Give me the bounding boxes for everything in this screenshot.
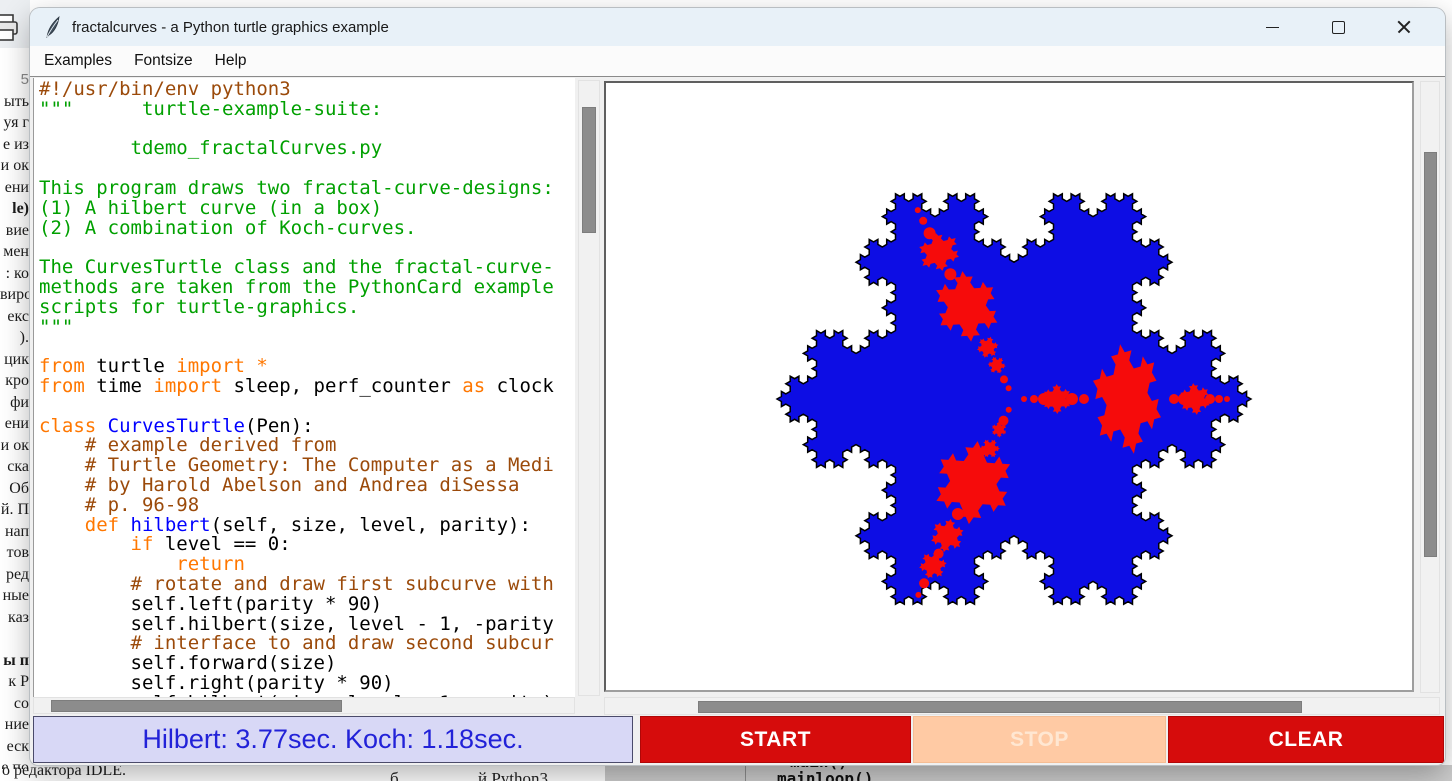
background-browser-chrome bbox=[0, 0, 30, 48]
code-hscrollbar[interactable] bbox=[33, 697, 575, 714]
clear-button[interactable]: CLEAR bbox=[1168, 716, 1444, 763]
close-button[interactable] bbox=[1371, 8, 1437, 46]
code-line: scripts for turtle-graphics. bbox=[39, 298, 554, 318]
background-page-text: б bbox=[390, 769, 399, 781]
turtledemo-window: fractalcurves - a Python turtle graphics… bbox=[30, 8, 1445, 765]
background-code-line: mainloop() bbox=[777, 769, 873, 781]
code-editor[interactable]: #!/usr/bin/env python3""" turtle-example… bbox=[33, 78, 575, 697]
page-text-fragment: мен bbox=[0, 241, 29, 263]
printer-icon bbox=[0, 13, 20, 43]
background-code-block: main() mainloop() bbox=[605, 765, 1452, 781]
window-controls bbox=[1239, 8, 1437, 46]
code-line: (2) A combination of Koch-curves. bbox=[39, 219, 554, 239]
page-text-fragment: кро bbox=[0, 370, 29, 392]
status-bar: Hilbert: 3.77sec. Koch: 1.18sec. bbox=[33, 716, 633, 763]
close-icon bbox=[1397, 20, 1411, 34]
canvas-hscroll-thumb[interactable] bbox=[698, 701, 1302, 713]
page-text-fragment: и ок bbox=[0, 435, 29, 457]
minimize-button[interactable] bbox=[1239, 8, 1305, 46]
page-text-fragment: ные bbox=[0, 585, 29, 607]
menu-item-help[interactable]: Help bbox=[205, 52, 257, 70]
code-line: from time import sleep, perf_counter as … bbox=[39, 377, 554, 397]
code-content: #!/usr/bin/env python3""" turtle-example… bbox=[39, 80, 554, 697]
code-vscrollbar[interactable] bbox=[578, 80, 600, 696]
window-title: fractalcurves - a Python turtle graphics… bbox=[72, 19, 389, 36]
code-vscroll-thumb[interactable] bbox=[582, 107, 596, 233]
page-text-fragment: е из bbox=[0, 134, 29, 156]
page-text-fragment: вие bbox=[0, 220, 29, 242]
page-text-fragment bbox=[0, 628, 29, 650]
divider bbox=[745, 765, 746, 781]
canvas-frame bbox=[604, 81, 1414, 692]
page-text-fragment: уя г bbox=[0, 112, 29, 134]
menu-item-fontsize[interactable]: Fontsize bbox=[124, 52, 203, 70]
status-text: Hilbert: 3.77sec. Koch: 1.18sec. bbox=[142, 724, 523, 755]
page-text-fragment: и ок bbox=[0, 155, 29, 177]
background-page-text-column: 5ытьуя ге изи окениle)виемен: ковироекс)… bbox=[0, 69, 29, 769]
desktop: 5ытьуя ге изи окениle)виемен: ковироекс)… bbox=[0, 0, 1452, 781]
menu-item-examples[interactable]: Examples bbox=[34, 52, 122, 70]
feather-icon bbox=[44, 16, 62, 38]
code-line: tdemo_fractalCurves.py bbox=[39, 139, 554, 159]
page-text-fragment: ы п bbox=[0, 650, 29, 672]
page-text-fragment: ). bbox=[0, 327, 29, 349]
minimize-icon bbox=[1266, 27, 1279, 28]
page-text-fragment: виро bbox=[0, 284, 29, 306]
menu-bar: Examples Fontsize Help bbox=[30, 46, 1445, 77]
page-text-fragment: ние bbox=[0, 714, 29, 736]
canvas-hscrollbar[interactable] bbox=[604, 697, 1440, 715]
turtle-canvas[interactable] bbox=[606, 83, 1412, 690]
page-text-fragment: Об bbox=[0, 478, 29, 500]
code-hscroll-thumb[interactable] bbox=[51, 700, 342, 712]
page-text-fragment: екс bbox=[0, 306, 29, 328]
page-text-fragment: тов bbox=[0, 542, 29, 564]
page-text-fragment: цик bbox=[0, 349, 29, 371]
canvas-vscroll-thumb[interactable] bbox=[1424, 152, 1437, 557]
page-text-fragment: ред bbox=[0, 564, 29, 586]
page-text-fragment: le) bbox=[0, 198, 29, 220]
start-button[interactable]: START bbox=[640, 716, 911, 763]
page-text-fragment: й. П bbox=[0, 499, 29, 521]
page-text-fragment: нап bbox=[0, 521, 29, 543]
canvas-vscrollbar[interactable] bbox=[1420, 81, 1440, 693]
page-text-fragment: еск bbox=[0, 736, 29, 758]
code-line: """ turtle-example-suite: bbox=[39, 100, 554, 120]
page-text-fragment: со bbox=[0, 693, 29, 715]
maximize-icon bbox=[1332, 21, 1345, 34]
maximize-button[interactable] bbox=[1305, 8, 1371, 46]
page-text-fragment: к Р bbox=[0, 671, 29, 693]
page-text-fragment: ени bbox=[0, 177, 29, 199]
page-text-fragment: ыть bbox=[0, 91, 29, 113]
page-text-fragment: : ко bbox=[0, 263, 29, 285]
stop-button[interactable]: STOP bbox=[913, 716, 1166, 763]
background-page-text: й Python3 bbox=[478, 769, 548, 781]
page-text-fragment: фи bbox=[0, 392, 29, 414]
page-text-fragment: ени bbox=[0, 413, 29, 435]
main-content: #!/usr/bin/env python3""" turtle-example… bbox=[30, 76, 1445, 716]
page-text-fragment: ска bbox=[0, 456, 29, 478]
code-line: """ bbox=[39, 318, 554, 338]
page-text-fragment: 5 bbox=[0, 69, 29, 91]
page-text-fragment: каз bbox=[0, 607, 29, 629]
title-bar[interactable]: fractalcurves - a Python turtle graphics… bbox=[30, 8, 1445, 46]
